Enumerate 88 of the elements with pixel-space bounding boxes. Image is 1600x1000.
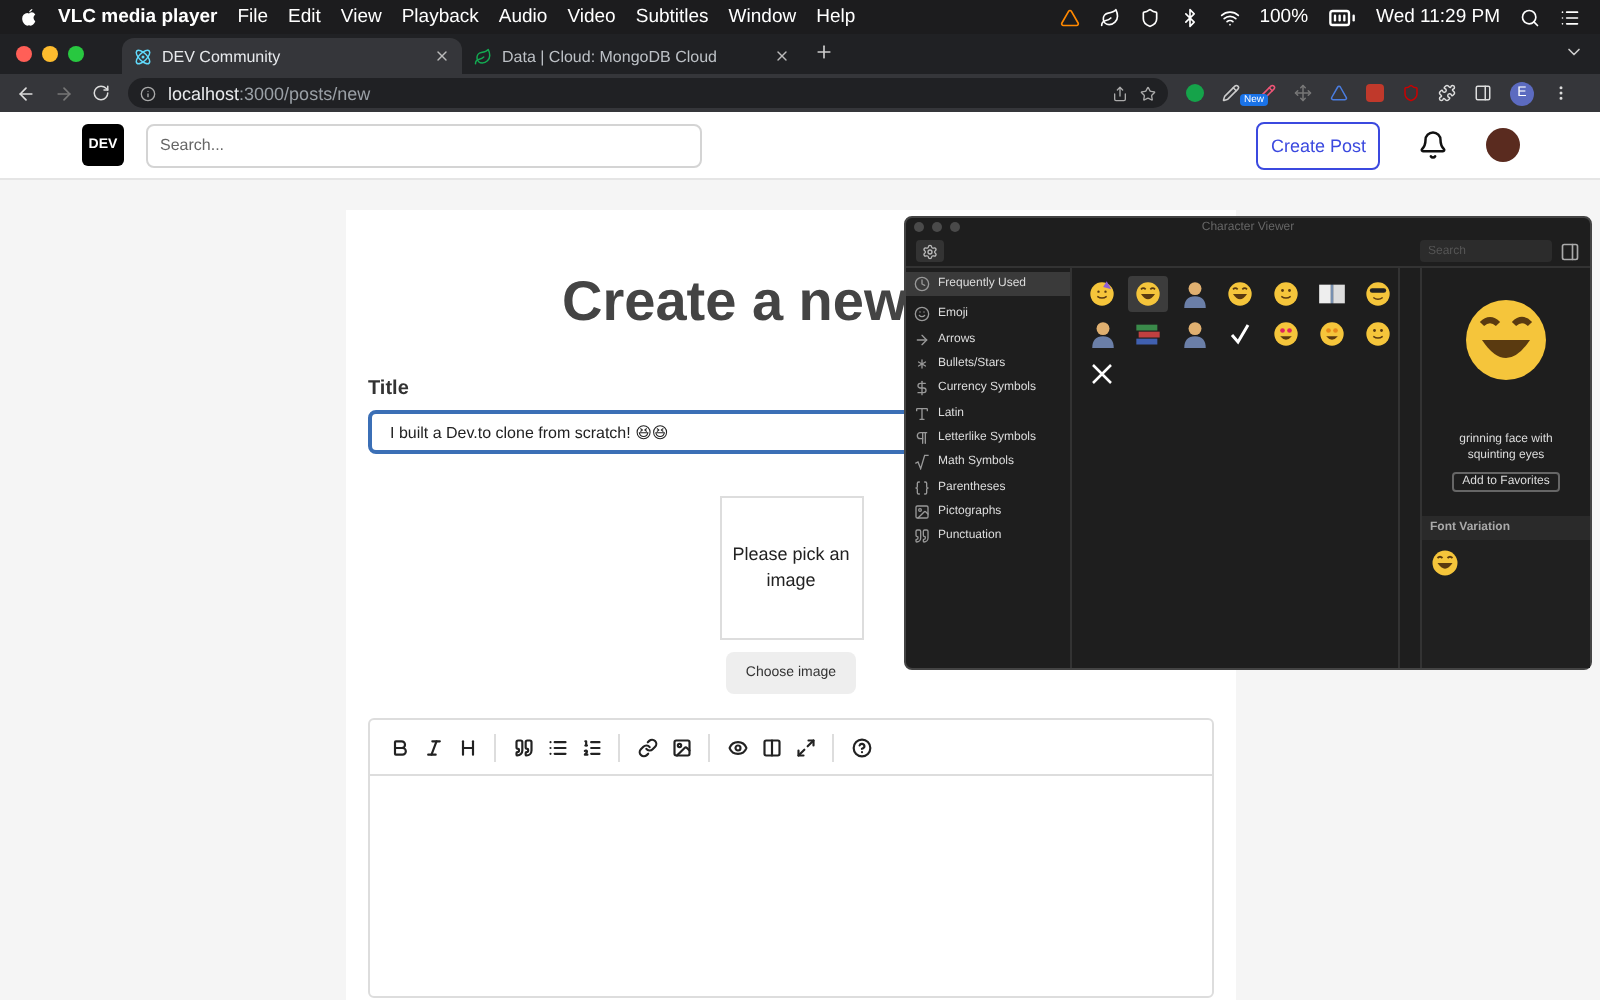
braces-icon bbox=[914, 479, 930, 496]
back-icon bbox=[16, 83, 36, 103]
minimize-window-button[interactable] bbox=[42, 46, 58, 62]
radical-icon bbox=[914, 454, 930, 471]
menu-item[interactable]: Help bbox=[816, 6, 856, 28]
emoji-face-icon bbox=[1272, 280, 1300, 308]
info-icon bbox=[140, 85, 156, 101]
leaf-icon bbox=[474, 47, 492, 65]
person-figure-icon bbox=[1181, 280, 1207, 308]
image-icon bbox=[914, 503, 930, 520]
browser-tab[interactable]: DEV Community bbox=[122, 38, 462, 74]
create-post-button[interactable]: Create Post bbox=[1256, 121, 1380, 169]
wifi-icon bbox=[1219, 7, 1240, 27]
menu-item[interactable]: Edit bbox=[288, 6, 321, 28]
puzzle-icon bbox=[1438, 84, 1456, 102]
bluetooth-icon bbox=[1179, 7, 1200, 27]
zoom-window-button[interactable] bbox=[68, 46, 84, 62]
bell-icon[interactable] bbox=[1418, 130, 1448, 160]
arrow-icon bbox=[914, 331, 930, 348]
list-icon bbox=[1560, 7, 1580, 27]
image-button[interactable] bbox=[668, 734, 694, 760]
help-button[interactable] bbox=[848, 734, 874, 760]
numbered-list-button[interactable] bbox=[578, 734, 604, 760]
close-window-button[interactable] bbox=[16, 46, 32, 62]
link-button[interactable] bbox=[634, 734, 660, 760]
url-text: localhost:3000/posts/new bbox=[168, 83, 371, 103]
page-heading: Create a new bbox=[562, 270, 908, 334]
quote-button[interactable] bbox=[510, 734, 536, 760]
emoji-face-icon bbox=[1318, 320, 1346, 348]
smiley-icon bbox=[914, 306, 930, 323]
settings-button[interactable] bbox=[916, 240, 944, 262]
user-avatar[interactable] bbox=[1486, 128, 1520, 162]
title-label: Title bbox=[368, 378, 409, 400]
character-cell[interactable] bbox=[1128, 276, 1168, 312]
apple-logo-icon bbox=[20, 7, 38, 27]
menubar-clock: Wed 11:29 PM bbox=[1376, 6, 1500, 28]
atom-icon bbox=[134, 47, 152, 65]
close-icon bbox=[774, 48, 790, 64]
shield-icon bbox=[1139, 7, 1160, 27]
star-icon bbox=[1140, 85, 1156, 101]
side-panel-icon bbox=[1474, 84, 1492, 102]
image-picker-field[interactable]: Please pick an image bbox=[719, 496, 863, 640]
menu-item[interactable]: Subtitles bbox=[635, 6, 709, 28]
app-menu[interactable]: VLC media player bbox=[58, 6, 218, 28]
share-icon bbox=[1112, 85, 1128, 101]
clock-icon bbox=[914, 276, 930, 293]
dollar-icon bbox=[914, 380, 930, 397]
menu-item[interactable]: File bbox=[237, 6, 269, 28]
book-icon bbox=[1318, 282, 1346, 306]
shield-icon bbox=[1402, 84, 1420, 102]
menu-item[interactable]: Playback bbox=[401, 6, 479, 28]
asterisk-icon bbox=[914, 356, 930, 373]
check-mark-icon bbox=[1228, 322, 1252, 346]
extension-icon[interactable] bbox=[1186, 84, 1204, 102]
pencil-icon bbox=[1222, 84, 1240, 102]
battery-percent: 100% bbox=[1259, 6, 1309, 28]
letter-icon bbox=[914, 405, 930, 422]
menu-item[interactable]: Video bbox=[567, 6, 616, 28]
emoji-face-icon bbox=[1088, 280, 1116, 308]
person-figure-icon bbox=[1089, 320, 1115, 348]
search-field[interactable]: Search... bbox=[146, 123, 702, 167]
forward-icon bbox=[54, 83, 74, 103]
search-icon bbox=[1520, 7, 1540, 27]
panel-toggle-icon[interactable] bbox=[1560, 241, 1580, 261]
triangle-icon bbox=[1330, 84, 1348, 102]
menu-item[interactable]: Audio bbox=[498, 6, 548, 28]
browser-tab[interactable]: Data | Cloud: MongoDB Cloud bbox=[462, 38, 802, 74]
person-figure-icon bbox=[1181, 320, 1207, 348]
reload-icon bbox=[92, 84, 110, 102]
move-icon bbox=[1294, 84, 1312, 102]
columns-button[interactable] bbox=[758, 734, 784, 760]
emoji-face-icon bbox=[1226, 280, 1254, 308]
cross-mark-icon bbox=[1090, 362, 1114, 386]
emoji-variant-icon bbox=[1430, 548, 1460, 579]
menu-item[interactable]: View bbox=[340, 6, 382, 28]
address-bar[interactable]: localhost:3000/posts/new bbox=[128, 78, 1168, 108]
quote-icon bbox=[914, 528, 930, 545]
emoji-face-icon bbox=[1364, 320, 1392, 348]
expand-button[interactable] bbox=[792, 734, 818, 760]
emoji-face-icon bbox=[1272, 320, 1300, 348]
leaf-icon bbox=[1099, 7, 1120, 27]
menu-item[interactable]: Window bbox=[728, 6, 797, 28]
new-tab-icon bbox=[814, 42, 834, 62]
emoji-face-icon bbox=[1364, 280, 1392, 308]
books-icon bbox=[1134, 322, 1162, 346]
close-icon bbox=[434, 48, 450, 64]
pilcrow-icon bbox=[914, 429, 930, 446]
emoji-face-icon bbox=[1134, 280, 1162, 308]
